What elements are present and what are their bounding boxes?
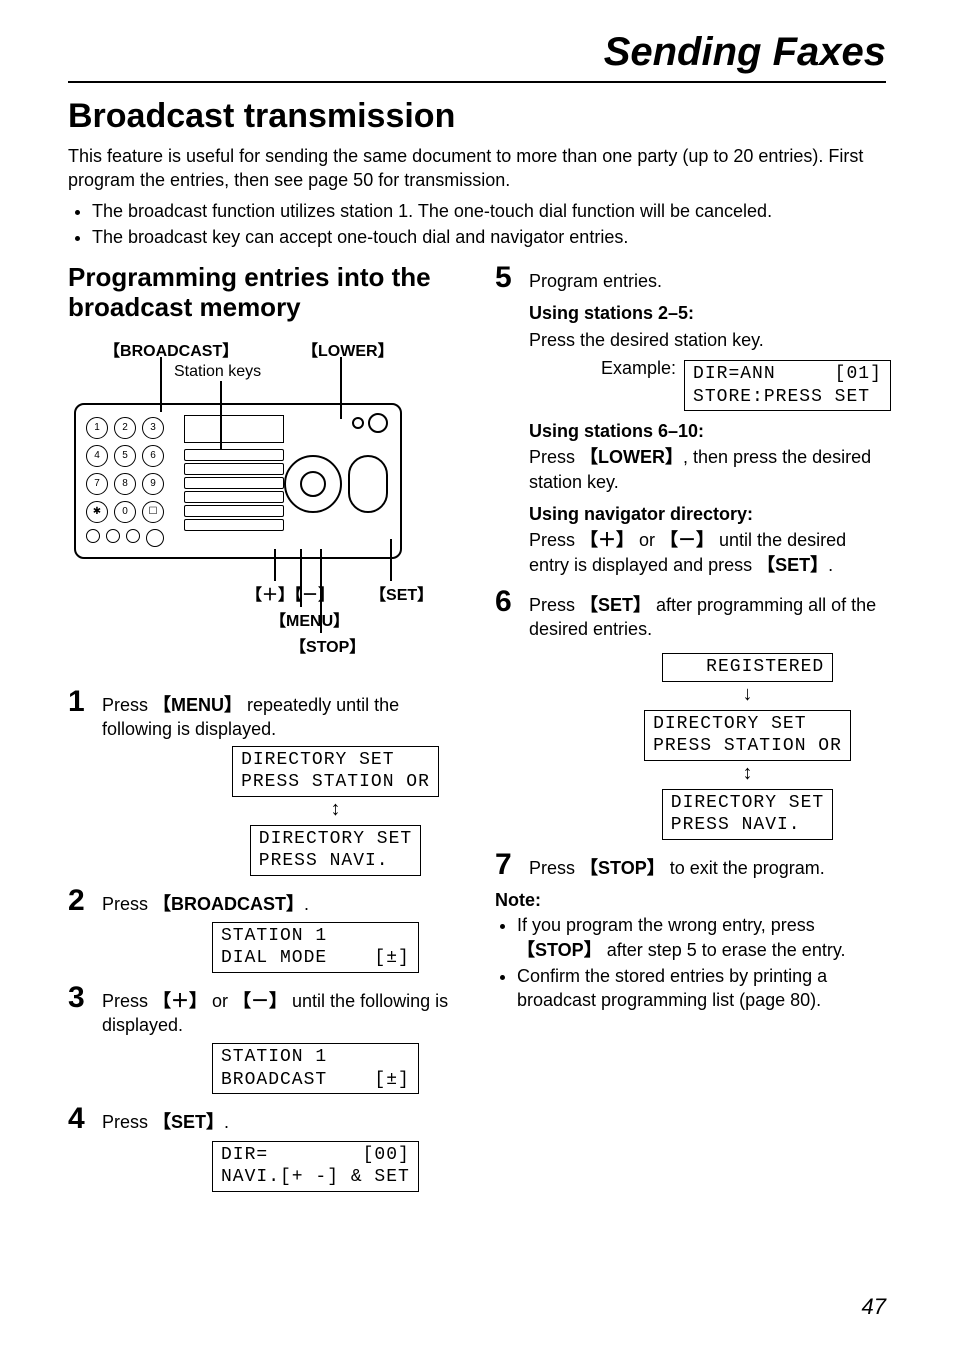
label-lower: 【LOWER】 bbox=[302, 337, 394, 361]
lcd-display: STATION 1 DIAL MODE [±] bbox=[212, 922, 419, 973]
step-text: Program entries. bbox=[529, 271, 662, 291]
lcd-display: DIR=ANN [01] STORE:PRESS SET bbox=[684, 360, 891, 411]
fax-device-diagram: 【BROADCAST】 【LOWER】 Station keys 123 456… bbox=[74, 337, 454, 677]
step-number: 4 bbox=[68, 1104, 102, 1134]
nav-center-icon bbox=[300, 471, 326, 497]
lcd-display: REGISTERED bbox=[662, 653, 833, 682]
key-set: SET bbox=[757, 555, 828, 575]
key-plus: ＋ bbox=[153, 991, 207, 1011]
substep-text: Press ＋ or － until the desired entry is … bbox=[529, 528, 891, 577]
step-6: 6 Press SET after programming all of the… bbox=[495, 587, 886, 840]
label-station-keys: Station keys bbox=[174, 363, 261, 381]
key-lower: LOWER bbox=[580, 447, 683, 467]
step-number: 7 bbox=[495, 850, 529, 880]
substep-title: Using navigator directory: bbox=[529, 502, 891, 526]
step-7: 7 Press STOP to exit the program. bbox=[495, 850, 886, 880]
note-title: Note: bbox=[495, 890, 886, 911]
label-set: 【SET】 bbox=[370, 581, 433, 605]
down-arrow-icon: ↓ bbox=[743, 684, 753, 704]
key-stop: STOP bbox=[580, 858, 665, 878]
led-icon bbox=[352, 417, 364, 429]
key-plus: ＋ bbox=[580, 530, 634, 550]
step-text: . bbox=[304, 894, 309, 914]
key-set: SET bbox=[580, 595, 651, 615]
right-column: 5 Program entries. Using stations 2–5: P… bbox=[495, 263, 886, 1198]
lcd-display: DIR= [00] NAVI.[+ -] & SET bbox=[212, 1141, 419, 1192]
substep-text: Press the desired station key. bbox=[529, 328, 891, 352]
label-broadcast: 【BROADCAST】 bbox=[104, 337, 238, 361]
lcd-display: DIRECTORY SET PRESS NAVI. bbox=[250, 825, 421, 876]
step-text: Press bbox=[102, 1112, 153, 1132]
device-outline: 123 456 789 ✱0☐ bbox=[74, 403, 402, 559]
keypad-icon: 123 456 789 ✱0☐ bbox=[86, 417, 164, 523]
intro-bullets: The broadcast function utilizes station … bbox=[68, 199, 886, 250]
label-menu: 【MENU】 bbox=[270, 607, 349, 631]
step-number: 1 bbox=[68, 687, 102, 717]
lcd-icon bbox=[184, 415, 284, 443]
left-column: Programming entries into the broadcast m… bbox=[68, 263, 459, 1198]
section-title: Broadcast transmission bbox=[68, 97, 886, 136]
step-number: 3 bbox=[68, 983, 102, 1013]
subsection-title: Programming entries into the broadcast m… bbox=[68, 263, 459, 323]
step-1: 1 Press MENU repeatedly until the follow… bbox=[68, 687, 459, 876]
step-number: 6 bbox=[495, 587, 529, 617]
step-5: 5 Program entries. Using stations 2–5: P… bbox=[495, 263, 886, 577]
up-down-arrow-icon: ↕ bbox=[743, 763, 753, 783]
step-4: 4 Press SET. DIR= [00] NAVI.[+ -] & SET bbox=[68, 1104, 459, 1191]
lcd-display: DIRECTORY SET PRESS STATION OR bbox=[644, 710, 851, 761]
lcd-display: STATION 1 BROADCAST [±] bbox=[212, 1043, 419, 1094]
intro-bullet: The broadcast function utilizes station … bbox=[92, 199, 886, 223]
step-text: Press bbox=[102, 695, 153, 715]
station-slots-icon bbox=[184, 449, 284, 533]
step-text: . bbox=[224, 1112, 229, 1132]
step-number: 5 bbox=[495, 263, 529, 293]
note-item: If you program the wrong entry, press ST… bbox=[517, 913, 886, 962]
key-menu: MENU bbox=[153, 695, 242, 715]
example-label: Example: bbox=[601, 356, 676, 380]
step-text: Press bbox=[102, 894, 153, 914]
step-2: 2 Press BROADCAST. STATION 1 DIAL MODE [… bbox=[68, 886, 459, 973]
intro-paragraph: This feature is useful for sending the s… bbox=[68, 144, 886, 193]
step-text: or bbox=[207, 991, 233, 1011]
substep-title: Using stations 6–10: bbox=[529, 419, 891, 443]
step-text: Press bbox=[102, 991, 153, 1011]
key-minus: － bbox=[660, 530, 714, 550]
handset-icon bbox=[348, 455, 388, 513]
small-buttons-icon bbox=[86, 529, 164, 547]
substep-title: Using stations 2–5: bbox=[529, 301, 891, 325]
chapter-title: Sending Faxes bbox=[68, 30, 886, 75]
lcd-display: DIRECTORY SET PRESS NAVI. bbox=[662, 789, 833, 840]
substep-text: Press LOWER, then press the desired stat… bbox=[529, 445, 891, 494]
step-number: 2 bbox=[68, 886, 102, 916]
key-minus: － bbox=[233, 991, 287, 1011]
page-number: 47 bbox=[862, 1294, 886, 1320]
horizontal-rule bbox=[68, 81, 886, 83]
up-down-arrow-icon: ↕ bbox=[331, 799, 341, 819]
step-text: to exit the program. bbox=[665, 858, 825, 878]
step-3: 3 Press ＋ or － until the following is di… bbox=[68, 983, 459, 1095]
label-plus-minus: 【＋】【－】 bbox=[246, 581, 334, 605]
intro-bullet: The broadcast key can accept one-touch d… bbox=[92, 225, 886, 249]
button-icon bbox=[368, 413, 388, 433]
lcd-display: DIRECTORY SET PRESS STATION OR bbox=[232, 746, 439, 797]
key-stop: STOP bbox=[517, 940, 602, 960]
step-text: Press bbox=[529, 858, 580, 878]
step-text: Press bbox=[529, 595, 580, 615]
key-set: SET bbox=[153, 1112, 224, 1132]
key-broadcast: BROADCAST bbox=[153, 894, 304, 914]
note-list: If you program the wrong entry, press ST… bbox=[495, 913, 886, 1012]
note-item: Confirm the stored entries by printing a… bbox=[517, 964, 886, 1013]
label-stop: 【STOP】 bbox=[290, 633, 365, 657]
